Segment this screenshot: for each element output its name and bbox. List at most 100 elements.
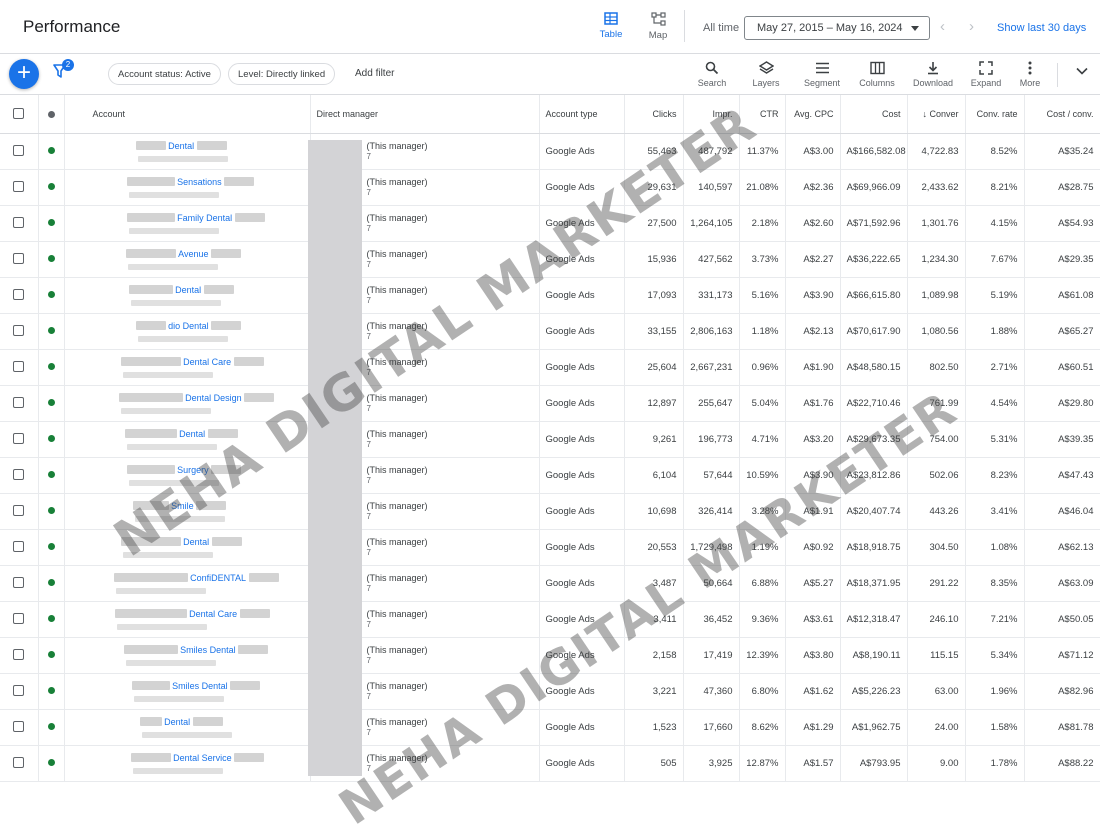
row-checkbox[interactable] <box>13 325 25 337</box>
account-name-link[interactable]: Surgery <box>177 465 209 475</box>
add-filter-button[interactable]: Add filter <box>355 68 394 79</box>
search-label: Search <box>697 78 727 88</box>
table-row[interactable]: Family Dental (This manager) 7 Google Ad… <box>0 205 1100 242</box>
add-button[interactable]: + <box>9 59 39 89</box>
row-select-cell <box>0 277 39 314</box>
table-row[interactable]: Sensations (This manager) 7 Google Ads 2… <box>0 169 1100 206</box>
col-clicks[interactable]: Clicks <box>624 95 684 134</box>
account-cell: Dental Service <box>64 745 311 782</box>
expand-button[interactable]: Expand <box>964 60 1008 88</box>
row-checkbox[interactable] <box>13 721 25 733</box>
account-name-link[interactable]: Smile <box>171 501 194 511</box>
avg-cpc-cell: A$3.20 <box>785 421 841 458</box>
row-checkbox[interactable] <box>13 181 25 193</box>
row-checkbox[interactable] <box>13 361 25 373</box>
impressions-cell: 2,806,163 <box>683 313 740 350</box>
account-name-link[interactable]: Dental <box>183 537 209 547</box>
row-checkbox[interactable] <box>13 397 25 409</box>
chevron-left-icon[interactable]: ‹ <box>940 18 945 35</box>
account-name-link[interactable]: Dental Care <box>183 357 231 367</box>
redacted-text <box>137 335 228 342</box>
col-account-type[interactable]: Account type <box>539 95 625 134</box>
layers-button[interactable]: Layers <box>744 60 788 88</box>
more-button[interactable]: More <box>1008 60 1052 88</box>
table-row[interactable]: Surgery (This manager) 7 Google Ads 6,10… <box>0 457 1100 494</box>
chevron-right-icon[interactable]: › <box>969 18 974 35</box>
table-row[interactable]: Smiles Dental (This manager) 7 Google Ad… <box>0 673 1100 710</box>
table-row[interactable]: Smile (This manager) 7 Google Ads 10,698… <box>0 493 1100 530</box>
filter-chip-level[interactable]: Level: Directly linked <box>228 63 336 85</box>
col-cost-per-conv[interactable]: Cost / conv. <box>1024 95 1100 134</box>
select-all-checkbox[interactable] <box>13 108 25 120</box>
col-account[interactable]: Account <box>64 95 311 134</box>
redacted-text <box>132 501 169 511</box>
col-cost[interactable]: Cost <box>840 95 908 134</box>
search-button[interactable]: Search <box>690 60 734 88</box>
table-row[interactable]: Dental (This manager) 7 Google Ads 9,261… <box>0 421 1100 458</box>
row-checkbox[interactable] <box>13 685 25 697</box>
view-map-button[interactable]: Map <box>637 12 679 41</box>
date-range-value: May 27, 2015 – May 16, 2024 <box>757 22 903 34</box>
row-checkbox[interactable] <box>13 433 25 445</box>
account-name-link[interactable]: Smiles Dental <box>180 645 236 655</box>
download-button[interactable]: Download <box>911 60 955 88</box>
col-conversions[interactable]: ↓ Conver <box>907 95 966 134</box>
date-range-picker[interactable]: May 27, 2015 – May 16, 2024 <box>744 16 930 40</box>
ctr-cell: 0.96% <box>739 349 786 386</box>
table-row[interactable]: Dental Design (This manager) 7 Google Ad… <box>0 385 1100 422</box>
col-ctr[interactable]: CTR <box>739 95 786 134</box>
account-name-link[interactable]: dio Dental <box>168 321 209 331</box>
row-checkbox[interactable] <box>13 217 25 229</box>
show-last-30-days-link[interactable]: Show last 30 days <box>997 22 1086 34</box>
table-row[interactable]: Dental (This manager) 7 Google Ads 17,09… <box>0 277 1100 314</box>
table-row[interactable]: Dental Care (This manager) 7 Google Ads … <box>0 601 1100 638</box>
page-title: Performance <box>23 17 121 36</box>
row-checkbox[interactable] <box>13 649 25 661</box>
table-row[interactable]: Dental Care (This manager) 7 Google Ads … <box>0 349 1100 386</box>
row-checkbox[interactable] <box>13 289 25 301</box>
impressions-cell: 140,597 <box>683 169 740 206</box>
account-name-link[interactable]: Dental <box>164 717 190 727</box>
table-row[interactable]: Dental (This manager) 7 Google Ads 55,46… <box>0 133 1100 170</box>
account-name-link[interactable]: Dental Design <box>185 393 242 403</box>
row-checkbox[interactable] <box>13 613 25 625</box>
col-impressions[interactable]: Impr. <box>683 95 740 134</box>
account-name-link[interactable]: Family Dental <box>177 213 232 223</box>
account-name-link[interactable]: Dental Service <box>173 753 232 763</box>
row-checkbox[interactable] <box>13 505 25 517</box>
account-cell: ConfiDENTAL <box>64 565 311 602</box>
table-row[interactable]: Dental (This manager) 7 Google Ads 20,55… <box>0 529 1100 566</box>
table-row[interactable]: dio Dental (This manager) 7 Google Ads 3… <box>0 313 1100 350</box>
manager-label: (This manager) <box>366 645 428 655</box>
table-row[interactable]: ConfiDENTAL (This manager) 7 Google Ads … <box>0 565 1100 602</box>
row-checkbox[interactable] <box>13 253 25 265</box>
account-name-link[interactable]: Smiles Dental <box>172 681 228 691</box>
row-checkbox[interactable] <box>13 145 25 157</box>
row-checkbox[interactable] <box>13 577 25 589</box>
row-checkbox[interactable] <box>13 541 25 553</box>
table-row[interactable]: Avenue (This manager) 7 Google Ads 15,93… <box>0 241 1100 278</box>
col-avg-cpc[interactable]: Avg. CPC <box>785 95 841 134</box>
account-name-link[interactable]: Dental Care <box>189 609 237 619</box>
columns-button[interactable]: Columns <box>855 60 899 88</box>
cost-cell: A$70,617.90 <box>840 313 908 350</box>
filter-chip-account-status[interactable]: Account status: Active <box>108 63 221 85</box>
account-name-link[interactable]: ConfiDENTAL <box>190 573 246 583</box>
table-row[interactable]: Smiles Dental (This manager) 7 Google Ad… <box>0 637 1100 674</box>
redacted-text <box>122 371 213 378</box>
table-row[interactable]: Dental Service (This manager) 7 Google A… <box>0 745 1100 782</box>
row-checkbox[interactable] <box>13 469 25 481</box>
table-row[interactable]: Dental (This manager) 7 Google Ads 1,523… <box>0 709 1100 746</box>
row-checkbox[interactable] <box>13 757 25 769</box>
account-name-link[interactable]: Dental <box>168 141 194 151</box>
col-conv-rate[interactable]: Conv. rate <box>965 95 1025 134</box>
chevron-down-icon[interactable] <box>1076 67 1088 75</box>
account-name-link[interactable]: Avenue <box>178 249 208 259</box>
view-table-button[interactable]: Table <box>590 12 632 40</box>
status-enabled-icon <box>47 399 55 407</box>
col-direct-manager[interactable]: Direct manager <box>310 95 540 134</box>
account-name-link[interactable]: Sensations <box>177 177 222 187</box>
account-name-link[interactable]: Dental <box>179 429 205 439</box>
account-name-link[interactable]: Dental <box>175 285 201 295</box>
segment-button[interactable]: Segment <box>800 60 844 88</box>
